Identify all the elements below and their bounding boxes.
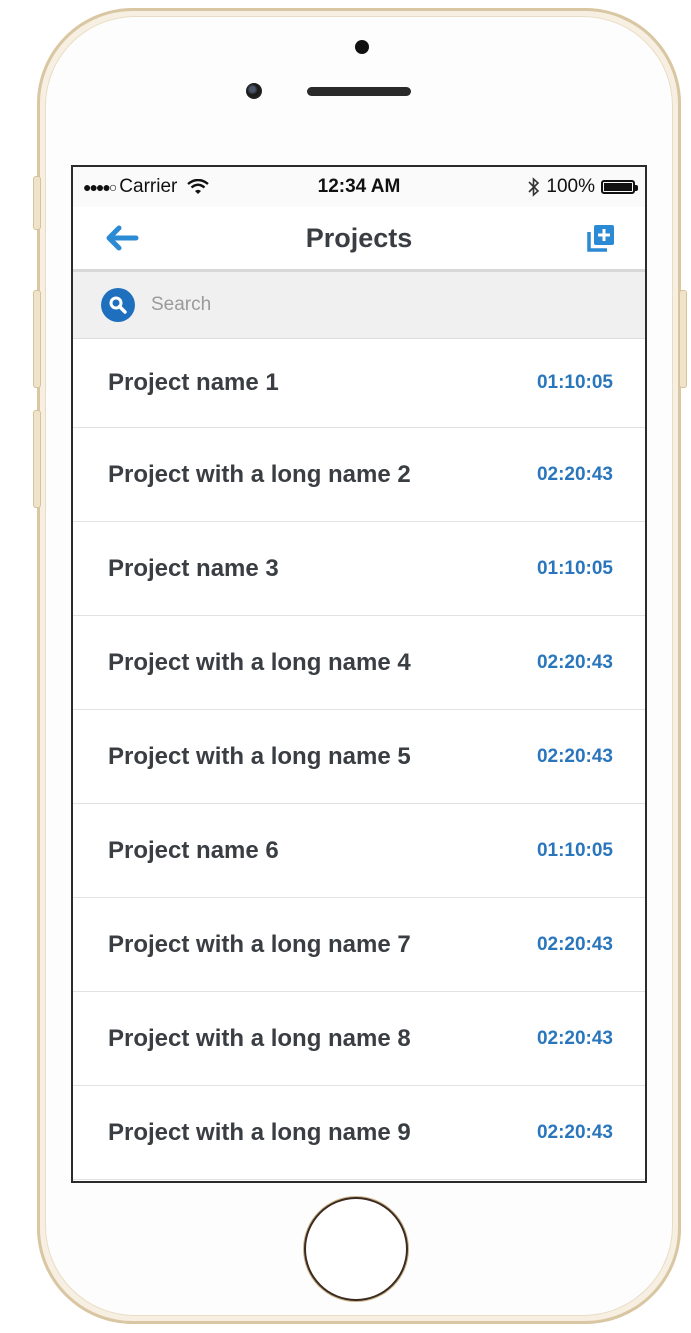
earpiece-speaker [307, 87, 411, 96]
proximity-sensor [355, 40, 369, 54]
project-name: Project name 3 [108, 554, 279, 582]
page-title: Projects [305, 222, 413, 253]
power-button [679, 290, 687, 388]
search-button[interactable] [101, 288, 135, 322]
battery-icon [601, 180, 638, 194]
project-time: 01:10:05 [536, 839, 613, 861]
volume-down-button [33, 410, 41, 508]
project-row[interactable]: Project with a long name 2 02:20:43 [73, 428, 645, 522]
navigation-bar: Projects [73, 207, 645, 272]
project-row[interactable]: Project with a long name 8 02:20:43 [73, 992, 645, 1086]
wifi-icon [187, 178, 210, 195]
project-list: Project name 1 01:10:05 Project with a lon… [73, 339, 645, 1180]
screen: ●●●●○ Carrier 12:34 AM 100% Projects Sea… [71, 165, 647, 1183]
project-time: 01:10:05 [536, 372, 613, 393]
project-row[interactable]: Project name 6 01:10:05 [73, 804, 645, 898]
project-time: 02:20:43 [536, 933, 613, 955]
project-row[interactable]: Project with a long name 9 02:20:43 [73, 1086, 645, 1180]
project-time: 02:20:43 [536, 651, 613, 673]
search-input[interactable] [149, 293, 553, 317]
bluetooth-icon [528, 177, 540, 197]
project-time: 02:20:43 [536, 1121, 613, 1143]
status-left: ●●●●○ Carrier [83, 176, 210, 198]
project-name: Project with a long name 4 [108, 648, 411, 676]
add-project-button[interactable] [587, 224, 615, 252]
project-time: 02:20:43 [536, 463, 613, 485]
battery-percent: 100% [546, 176, 595, 197]
project-row[interactable]: Project name 1 01:10:05 [73, 339, 645, 428]
project-time: 01:10:05 [536, 557, 613, 579]
project-row[interactable]: Project with a long name 4 02:20:43 [73, 616, 645, 710]
project-row[interactable]: Project name 3 01:10:05 [73, 522, 645, 616]
project-row[interactable]: Project with a long name 5 02:20:43 [73, 710, 645, 804]
carrier-label: Carrier [119, 176, 178, 197]
search-icon [109, 296, 127, 314]
project-name: Project name 1 [108, 369, 279, 396]
mute-switch [33, 176, 41, 230]
project-name: Project with a long name 8 [108, 1024, 411, 1052]
home-button[interactable] [306, 1199, 406, 1299]
project-name: Project with a long name 9 [108, 1118, 411, 1146]
project-name: Project with a long name 5 [108, 742, 411, 770]
status-bar: ●●●●○ Carrier 12:34 AM 100% [73, 167, 645, 207]
project-time: 02:20:43 [536, 1027, 613, 1049]
project-name: Project with a long name 2 [108, 460, 411, 488]
project-name: Project name 6 [108, 836, 279, 864]
front-camera [246, 83, 262, 99]
volume-up-button [33, 290, 41, 388]
add-project-icon [587, 225, 614, 252]
battery-level [604, 183, 632, 191]
signal-strength: ●●●●○ [83, 179, 117, 195]
search-bar [73, 272, 645, 339]
project-time: 02:20:43 [536, 745, 613, 767]
project-row[interactable]: Project with a long name 7 02:20:43 [73, 898, 645, 992]
project-name: Project with a long name 7 [108, 930, 411, 958]
status-right: 100% [528, 176, 638, 198]
